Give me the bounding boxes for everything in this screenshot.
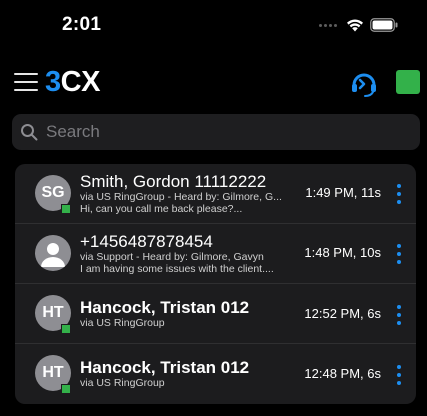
more-options-icon[interactable]: [394, 365, 404, 385]
call-info: Hancock, Tristan 012 via US RingGroup: [80, 358, 305, 389]
call-message-preview: I am having some issues with the client.…: [80, 263, 274, 275]
person-icon: [41, 243, 65, 267]
app-screen: 2:01 3CX Search SG Smith, Gordon 1111222…: [0, 0, 427, 416]
search-input[interactable]: [46, 122, 406, 142]
call-row[interactable]: HT Hancock, Tristan 012 via US RingGroup…: [15, 284, 416, 344]
call-time: 12:48 PM, 6s: [304, 366, 381, 381]
more-options-icon[interactable]: [394, 305, 404, 325]
search-bar[interactable]: [12, 114, 420, 150]
call-time: 12:52 PM, 6s: [304, 306, 381, 321]
avatar: [35, 235, 71, 271]
app-header: 3CX: [0, 62, 427, 104]
call-row[interactable]: HT Hancock, Tristan 012 via US RingGroup…: [15, 344, 416, 404]
presence-available-indicator: [61, 204, 71, 214]
call-info: +1456487878454 via Support - Heard by: G…: [80, 232, 305, 275]
call-row[interactable]: SG Smith, Gordon 11112222 via US RingGro…: [15, 164, 416, 224]
call-route: via US RingGroup: [80, 317, 165, 329]
caller-name: Hancock, Tristan 012: [80, 358, 250, 377]
battery-icon: [370, 18, 398, 32]
caller-name: Smith, Gordon 11112222: [80, 172, 267, 191]
presence-available-indicator: [61, 384, 71, 394]
call-route: via Support - Heard by: Gilmore, Gavyn: [80, 251, 264, 263]
call-route: via US RingGroup: [80, 377, 165, 389]
presence-status-button[interactable]: [396, 70, 420, 94]
call-info: Smith, Gordon 11112222 via US RingGroup …: [80, 172, 305, 215]
call-time: 1:48 PM, 10s: [304, 245, 381, 260]
recent-calls-list: SG Smith, Gordon 11112222 via US RingGro…: [15, 164, 416, 404]
wifi-icon: [347, 19, 363, 32]
more-options-icon[interactable]: [394, 244, 404, 264]
hamburger-menu-icon[interactable]: [14, 70, 38, 94]
presence-available-indicator: [61, 324, 71, 334]
cellular-signal-icon: [319, 23, 337, 27]
call-row[interactable]: +1456487878454 via Support - Heard by: G…: [15, 224, 416, 284]
search-icon: [21, 124, 38, 141]
headset-status-icon[interactable]: [349, 68, 379, 98]
status-bar: 2:01: [0, 0, 427, 52]
call-info: Hancock, Tristan 012 via US RingGroup: [80, 298, 305, 329]
call-message-preview: Hi, can you call me back please?...: [80, 203, 243, 215]
status-indicators: [319, 18, 399, 32]
caller-name: Hancock, Tristan 012: [80, 298, 250, 317]
call-route: via US RingGroup - Heard by: Gilmore, G.…: [80, 191, 282, 203]
call-time: 1:49 PM, 11s: [305, 185, 381, 200]
status-time: 2:01: [62, 14, 102, 35]
caller-name: +1456487878454: [80, 232, 213, 251]
more-options-icon[interactable]: [394, 184, 404, 204]
app-logo: 3CX: [45, 66, 100, 98]
